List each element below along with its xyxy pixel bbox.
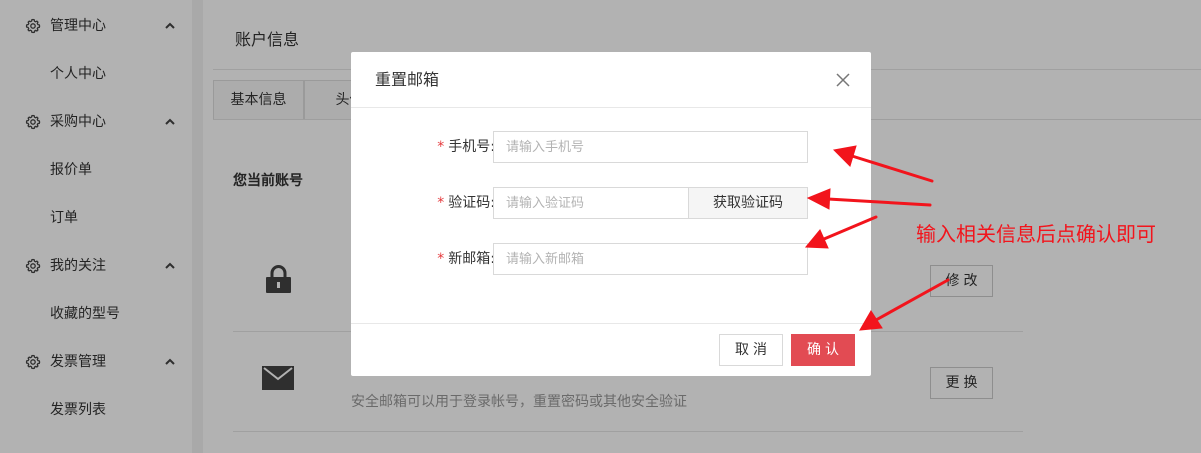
divider — [351, 323, 871, 324]
divider — [351, 107, 871, 108]
new-email-input[interactable] — [493, 243, 808, 275]
verification-code-input[interactable] — [493, 187, 689, 219]
phone-label-text: 手机号: — [448, 139, 495, 155]
phone-input[interactable] — [493, 131, 808, 163]
annotation-text: 输入相关信息后点确认即可 — [916, 222, 1156, 246]
confirm-button[interactable]: 确认 — [791, 334, 855, 366]
required-mark: * — [437, 139, 445, 155]
code-label: * 验证码: — [437, 187, 495, 219]
reset-email-dialog: 重置邮箱 *手机号: *验证码: 获取验证码 *新邮箱: 取消 确认 — [351, 52, 871, 376]
get-code-button[interactable]: 获取验证码 — [688, 187, 808, 219]
email-label-text: 新邮箱: — [448, 251, 495, 267]
required-mark: * — [437, 251, 445, 267]
required-mark: * — [437, 195, 445, 211]
dialog-title: 重置邮箱 — [375, 70, 440, 89]
cancel-button[interactable]: 取消 — [719, 334, 783, 366]
email-label: * 新邮箱: — [437, 243, 495, 275]
code-label-text: 验证码: — [448, 195, 495, 211]
close-icon[interactable] — [836, 73, 850, 87]
phone-label: * 手机号: — [437, 131, 495, 163]
